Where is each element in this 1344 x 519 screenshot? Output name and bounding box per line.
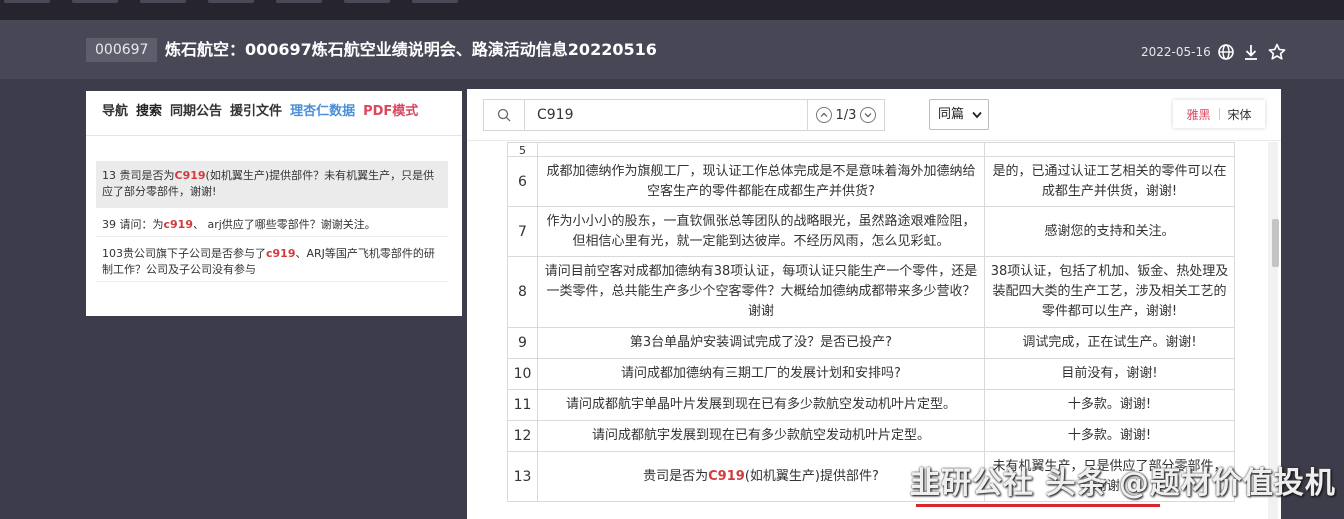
search-result-item[interactable]: 39 请问：为c919、 arj供应了哪些零部件？谢谢关注。 xyxy=(96,214,448,237)
tab-search[interactable]: 搜索 xyxy=(136,103,162,121)
table-row: 5 xyxy=(507,142,1235,157)
top-nav-strip xyxy=(0,0,1344,20)
font-switch: 雅黑 宋体 xyxy=(1173,100,1265,128)
stock-code-badge: 000697 xyxy=(86,38,158,62)
title-bar: 000697 炼石航空：000697炼石航空业绩说明会、路演活动信息202205… xyxy=(0,20,1344,79)
tabs-divider xyxy=(86,135,462,136)
left-panel: 导航 搜索 同期公告 援引文件 理杏仁数据 PDF模式 13 贵司是否为C919… xyxy=(86,91,462,316)
star-icon[interactable] xyxy=(1267,42,1287,62)
table-row: 10 请问成都加德纳有三期工厂的发展计划和安排吗? 目前没有，谢谢! xyxy=(507,358,1235,390)
search-input[interactable] xyxy=(525,100,807,130)
scrollbar-thumb[interactable] xyxy=(1272,219,1279,267)
table-row: 8 请问目前空客对成都加德纳有38项认证，每项认证只能生产一个零件，还是一类零件… xyxy=(507,256,1235,328)
search-icon[interactable] xyxy=(484,100,525,130)
globe-icon[interactable] xyxy=(1216,42,1236,62)
highlight-term: c919 xyxy=(163,218,193,231)
highlight-term: C919 xyxy=(174,169,206,182)
search-results: 13 贵司是否为C919(如机翼生产)提供部件？未有机翼生产，只是供应了部分零部… xyxy=(96,161,448,282)
publish-date: 2022-05-16 xyxy=(1141,45,1211,59)
tab-nav[interactable]: 导航 xyxy=(102,103,128,121)
qa-table: 5 6 成都加德纳作为旗舰工厂，现认证工作总体完成是不是意味着海外加德纳给空客生… xyxy=(507,142,1235,502)
top-nav-ghost-items xyxy=(0,0,500,7)
qa-table-wrap: 5 6 成都加德纳作为旗舰工厂，现认证工作总体完成是不是意味着海外加德纳给空客生… xyxy=(507,142,1235,502)
chevron-down-icon[interactable] xyxy=(860,107,877,123)
chevron-up-icon[interactable] xyxy=(815,107,832,123)
select-arrow-icon xyxy=(972,111,982,119)
tab-lixingren-data[interactable]: 理杏仁数据 xyxy=(290,103,355,121)
doc-toolbar: 1/3 同篇 雅黑 宋体 xyxy=(467,89,1281,141)
search-result-item[interactable]: 13 贵司是否为C919(如机翼生产)提供部件？未有机翼生产，只是供应了部分零部… xyxy=(96,161,448,208)
left-tabs: 导航 搜索 同期公告 援引文件 理杏仁数据 PDF模式 xyxy=(102,103,418,121)
document-panel: 1/3 同篇 雅黑 宋体 5 6 成都加德纳作为旗舰工厂，现认证 xyxy=(467,89,1281,519)
table-row: 12 请问成都航宇发展到现在已有多少款航空发动机叶片定型。 十多款。谢谢! xyxy=(507,420,1235,452)
tab-pdf-mode[interactable]: PDF模式 xyxy=(363,103,418,121)
scope-select[interactable]: 同篇 xyxy=(929,99,989,130)
highlight-term: C919 xyxy=(708,468,745,484)
page-title: 炼石航空：000697炼石航空业绩说明会、路演活动信息20220516 xyxy=(165,40,657,59)
highlight-term: c919 xyxy=(266,247,296,260)
table-row: 11 请问成都航宇单晶叶片发展到现在已有多少款航空发动机叶片定型。 十多款。谢谢… xyxy=(507,389,1235,421)
download-icon[interactable] xyxy=(1241,42,1261,62)
search-box: 1/3 xyxy=(483,99,885,131)
match-count: 1/3 xyxy=(835,107,857,123)
search-result-item[interactable]: 103贵公司旗下子公司是否参与了c919、ARJ等国产飞机零部件的研制工作？公司… xyxy=(96,243,448,282)
font-option-songti[interactable]: 宋体 xyxy=(1228,106,1252,123)
table-row: 9 第3台单晶炉安装调试完成了没？是否已投产? 调试完成，正在试生产。谢谢! xyxy=(507,327,1235,359)
match-navigator: 1/3 xyxy=(807,100,884,130)
tab-same-period[interactable]: 同期公告 xyxy=(170,103,222,121)
watermark-text: 韭研公社 头条 @题材价值投机 xyxy=(910,466,1336,501)
font-option-yahei[interactable]: 雅黑 xyxy=(1186,106,1210,123)
red-underline xyxy=(916,504,1160,507)
table-row: 6 成都加德纳作为旗舰工厂，现认证工作总体完成是不是意味着海外加德纳给空客生产的… xyxy=(507,156,1235,207)
table-row: 7 作为小小小的股东，一直钦佩张总等团队的战略眼光，虽然路途艰难险阻，但相信心里… xyxy=(507,206,1235,257)
tab-cited-files[interactable]: 援引文件 xyxy=(230,103,282,121)
